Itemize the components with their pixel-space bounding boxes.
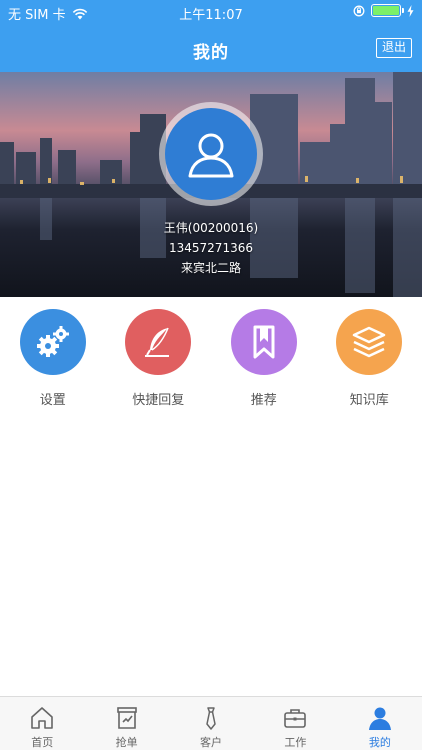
function-grid: 设置 快捷回复 推荐 知识库: [0, 297, 422, 412]
profile-banner: 王伟(00200016) 13457271366 来宾北二路: [0, 72, 422, 297]
charging-icon: [407, 4, 414, 17]
avatar[interactable]: [165, 108, 257, 200]
user-icon: [188, 133, 234, 178]
home-icon: [31, 707, 54, 729]
quick-reply-item[interactable]: 快捷回复: [106, 297, 212, 412]
status-bar: 无 SIM 卡 上午11:07: [0, 0, 422, 24]
tie-icon: [206, 707, 216, 730]
battery-icon: [371, 4, 404, 17]
knowledge-base-item[interactable]: 知识库: [317, 297, 422, 412]
settings-label: 设置: [39, 393, 66, 408]
tab-work[interactable]: 工作: [253, 697, 337, 750]
quick-reply-label: 快捷回复: [132, 393, 185, 408]
avatar-ring[interactable]: [159, 102, 263, 206]
user-name: 王伟(00200016): [163, 221, 259, 235]
user-address: 来宾北二路: [180, 261, 241, 275]
page-title: 我的: [193, 43, 229, 63]
tab-mine-label: 我的: [368, 736, 391, 749]
recommend-label: 推荐: [250, 393, 277, 408]
gears-icon: [36, 326, 69, 357]
recommend-item[interactable]: 推荐: [211, 297, 317, 412]
person-icon: [368, 707, 391, 730]
settings-item[interactable]: 设置: [0, 297, 106, 412]
tab-work-label: 工作: [284, 736, 307, 749]
tab-grab-order[interactable]: 抢单: [84, 697, 168, 750]
knowledge-base-icon-circle[interactable]: [336, 309, 403, 375]
tab-grab-order-label: 抢单: [115, 736, 138, 749]
logout-button[interactable]: 退出: [375, 38, 412, 58]
quick-reply-icon-circle[interactable]: [125, 309, 192, 375]
tab-home[interactable]: 首页: [0, 697, 84, 750]
grab-order-icon: [116, 707, 137, 729]
user-info: 王伟(00200016) 13457271366 来宾北二路: [0, 218, 422, 278]
recommend-icon-circle[interactable]: [230, 309, 297, 375]
tab-customers-label: 客户: [200, 736, 223, 749]
bookmark-icon: [253, 325, 275, 359]
tab-bar: 首页 抢单 客户 工作 我的: [0, 696, 422, 750]
top-bar: 无 SIM 卡 上午11:07 我的 退出: [0, 0, 422, 72]
layers-icon: [353, 326, 386, 358]
status-right: [353, 4, 414, 17]
knowledge-base-label: 知识库: [349, 393, 389, 408]
feather-icon: [145, 327, 170, 357]
briefcase-icon: [284, 709, 307, 728]
user-phone: 13457271366: [169, 241, 253, 255]
settings-icon-circle[interactable]: [19, 309, 86, 375]
tab-mine[interactable]: 我的: [338, 697, 422, 750]
rotation-lock-icon: [353, 5, 365, 16]
tab-customers[interactable]: 客户: [169, 697, 253, 750]
tab-home-label: 首页: [31, 736, 54, 749]
